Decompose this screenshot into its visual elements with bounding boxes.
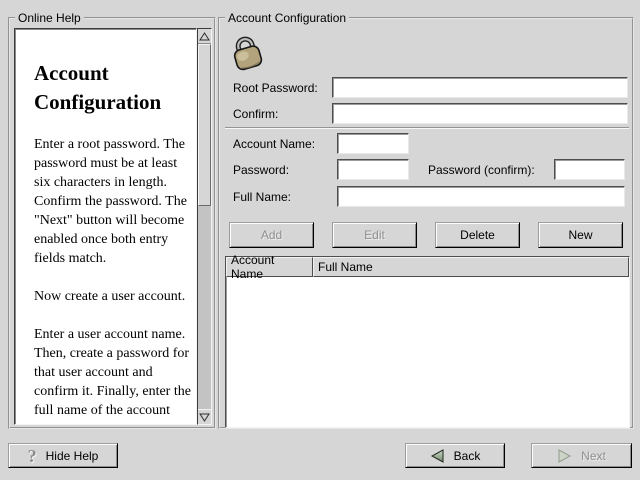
user-list-header: Account Name Full Name <box>226 257 629 277</box>
column-header-account-name[interactable]: Account Name <box>226 257 313 277</box>
new-button[interactable]: New <box>538 222 623 248</box>
hide-help-button[interactable]: ? Hide Help <box>8 443 118 468</box>
separator <box>225 127 629 129</box>
password-confirm-label: Password (confirm): <box>428 163 535 177</box>
help-text-area: Account Configuration Enter a root passw… <box>14 28 197 425</box>
column-header-label: Account Name <box>231 253 308 281</box>
scrollbar-thumb[interactable] <box>198 44 211 206</box>
account-name-label: Account Name: <box>233 137 315 151</box>
back-arrow-icon <box>430 449 445 463</box>
back-button-label: Back <box>454 449 481 463</box>
online-help-frame-label: Online Help <box>15 11 84 25</box>
question-icon: ? <box>28 449 37 463</box>
add-button[interactable]: Add <box>229 222 314 248</box>
scroll-down-icon <box>199 413 210 422</box>
help-body: Enter a root password. The password must… <box>34 135 194 420</box>
help-paragraph: Enter a root password. The password must… <box>34 135 194 268</box>
help-paragraph: Enter a user account name. Then, create … <box>34 325 194 420</box>
column-header-label: Full Name <box>318 260 373 274</box>
password-confirm-input[interactable] <box>554 159 625 180</box>
password-label: Password: <box>233 163 289 177</box>
scroll-up-icon <box>199 32 210 41</box>
next-arrow-icon <box>557 449 572 463</box>
help-scrollbar[interactable] <box>197 28 212 425</box>
back-button[interactable]: Back <box>405 443 505 468</box>
scroll-down-button[interactable] <box>198 409 211 424</box>
column-header-full-name[interactable]: Full Name <box>313 257 629 277</box>
help-paragraph: Now create a user account. <box>34 287 194 306</box>
full-name-input[interactable] <box>337 186 625 207</box>
edit-button[interactable]: Edit <box>332 222 417 248</box>
root-password-input[interactable] <box>332 77 628 98</box>
scroll-up-button[interactable] <box>198 29 211 44</box>
help-heading: Account Configuration <box>34 59 194 117</box>
edit-button-label: Edit <box>364 228 385 242</box>
root-password-label: Root Password: <box>233 81 318 95</box>
next-button-label: Next <box>581 449 606 463</box>
add-button-label: Add <box>261 228 282 242</box>
delete-button[interactable]: Delete <box>435 222 520 248</box>
hide-help-button-label: Hide Help <box>46 449 99 463</box>
account-name-input[interactable] <box>337 133 409 154</box>
user-account-list[interactable]: Account Name Full Name <box>225 256 630 428</box>
padlock-icon <box>227 32 271 72</box>
full-name-label: Full Name: <box>233 190 291 204</box>
password-input[interactable] <box>337 159 409 180</box>
installer-window: Online Help Account Configuration Enter … <box>0 0 640 480</box>
new-button-label: New <box>568 228 592 242</box>
delete-button-label: Delete <box>460 228 495 242</box>
account-configuration-frame-label: Account Configuration <box>225 11 349 25</box>
confirm-label: Confirm: <box>233 107 278 121</box>
next-button[interactable]: Next <box>531 443 632 468</box>
confirm-password-input[interactable] <box>332 103 628 124</box>
user-list-body[interactable] <box>227 278 628 426</box>
